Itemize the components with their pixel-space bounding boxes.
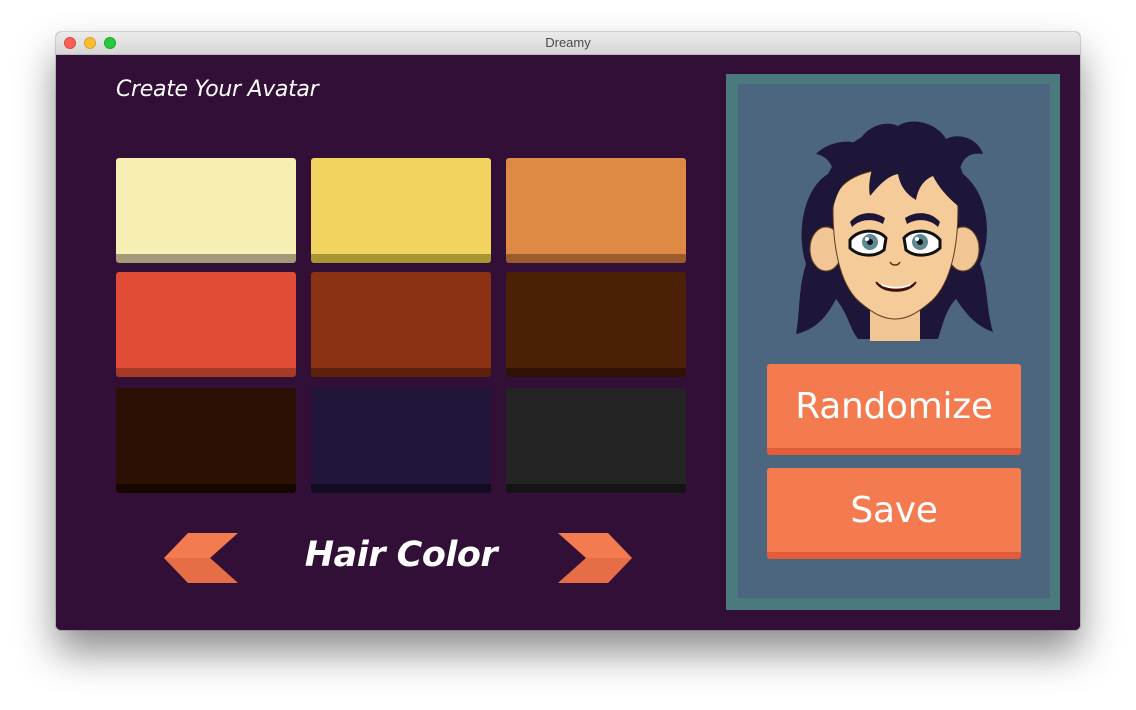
app-content: Create Your Avatar Hair Color Randomize … — [56, 55, 1080, 630]
avatar-icon — [796, 121, 993, 341]
swatch-face — [116, 272, 296, 368]
next-category-button[interactable] — [556, 533, 632, 583]
category-label: Hair Color — [304, 535, 498, 575]
swatch-edge — [116, 484, 296, 493]
swatch-face — [311, 272, 491, 368]
previous-category-button[interactable] — [164, 533, 240, 583]
color-swatch[interactable] — [116, 272, 296, 377]
avatar-preview-inner: Randomize Save — [738, 84, 1050, 598]
swatch-edge — [116, 254, 296, 263]
color-swatch[interactable] — [116, 158, 296, 263]
swatch-face — [506, 158, 686, 254]
swatch-face — [116, 388, 296, 484]
chevron-right-icon — [558, 533, 632, 583]
swatch-face — [311, 158, 491, 254]
window-title: Dreamy — [545, 35, 591, 50]
save-button-label: Save — [767, 468, 1021, 552]
swatch-face — [116, 158, 296, 254]
randomize-button-label: Randomize — [767, 364, 1021, 448]
title-bar[interactable]: Dreamy — [56, 32, 1080, 55]
color-swatch[interactable] — [116, 388, 296, 493]
save-button[interactable]: Save — [767, 468, 1021, 559]
app-window: Dreamy Create Your Avatar Hair Color Ran… — [56, 32, 1080, 630]
page-title: Create Your Avatar — [116, 77, 319, 102]
color-swatch[interactable] — [506, 388, 686, 493]
color-swatch[interactable] — [311, 388, 491, 493]
swatch-edge — [311, 254, 491, 263]
swatch-edge — [311, 484, 491, 493]
swatch-face — [311, 388, 491, 484]
swatch-face — [506, 388, 686, 484]
avatar-preview-panel: Randomize Save — [726, 74, 1060, 610]
swatch-face — [506, 272, 686, 368]
color-swatch[interactable] — [506, 272, 686, 377]
swatch-edge — [311, 368, 491, 377]
color-swatch[interactable] — [311, 158, 491, 263]
chevron-left-icon — [164, 533, 238, 583]
swatch-edge — [506, 368, 686, 377]
color-swatch[interactable] — [506, 158, 686, 263]
color-swatch[interactable] — [311, 272, 491, 377]
swatch-edge — [506, 484, 686, 493]
swatch-edge — [506, 254, 686, 263]
randomize-button[interactable]: Randomize — [767, 364, 1021, 455]
swatch-edge — [116, 368, 296, 377]
